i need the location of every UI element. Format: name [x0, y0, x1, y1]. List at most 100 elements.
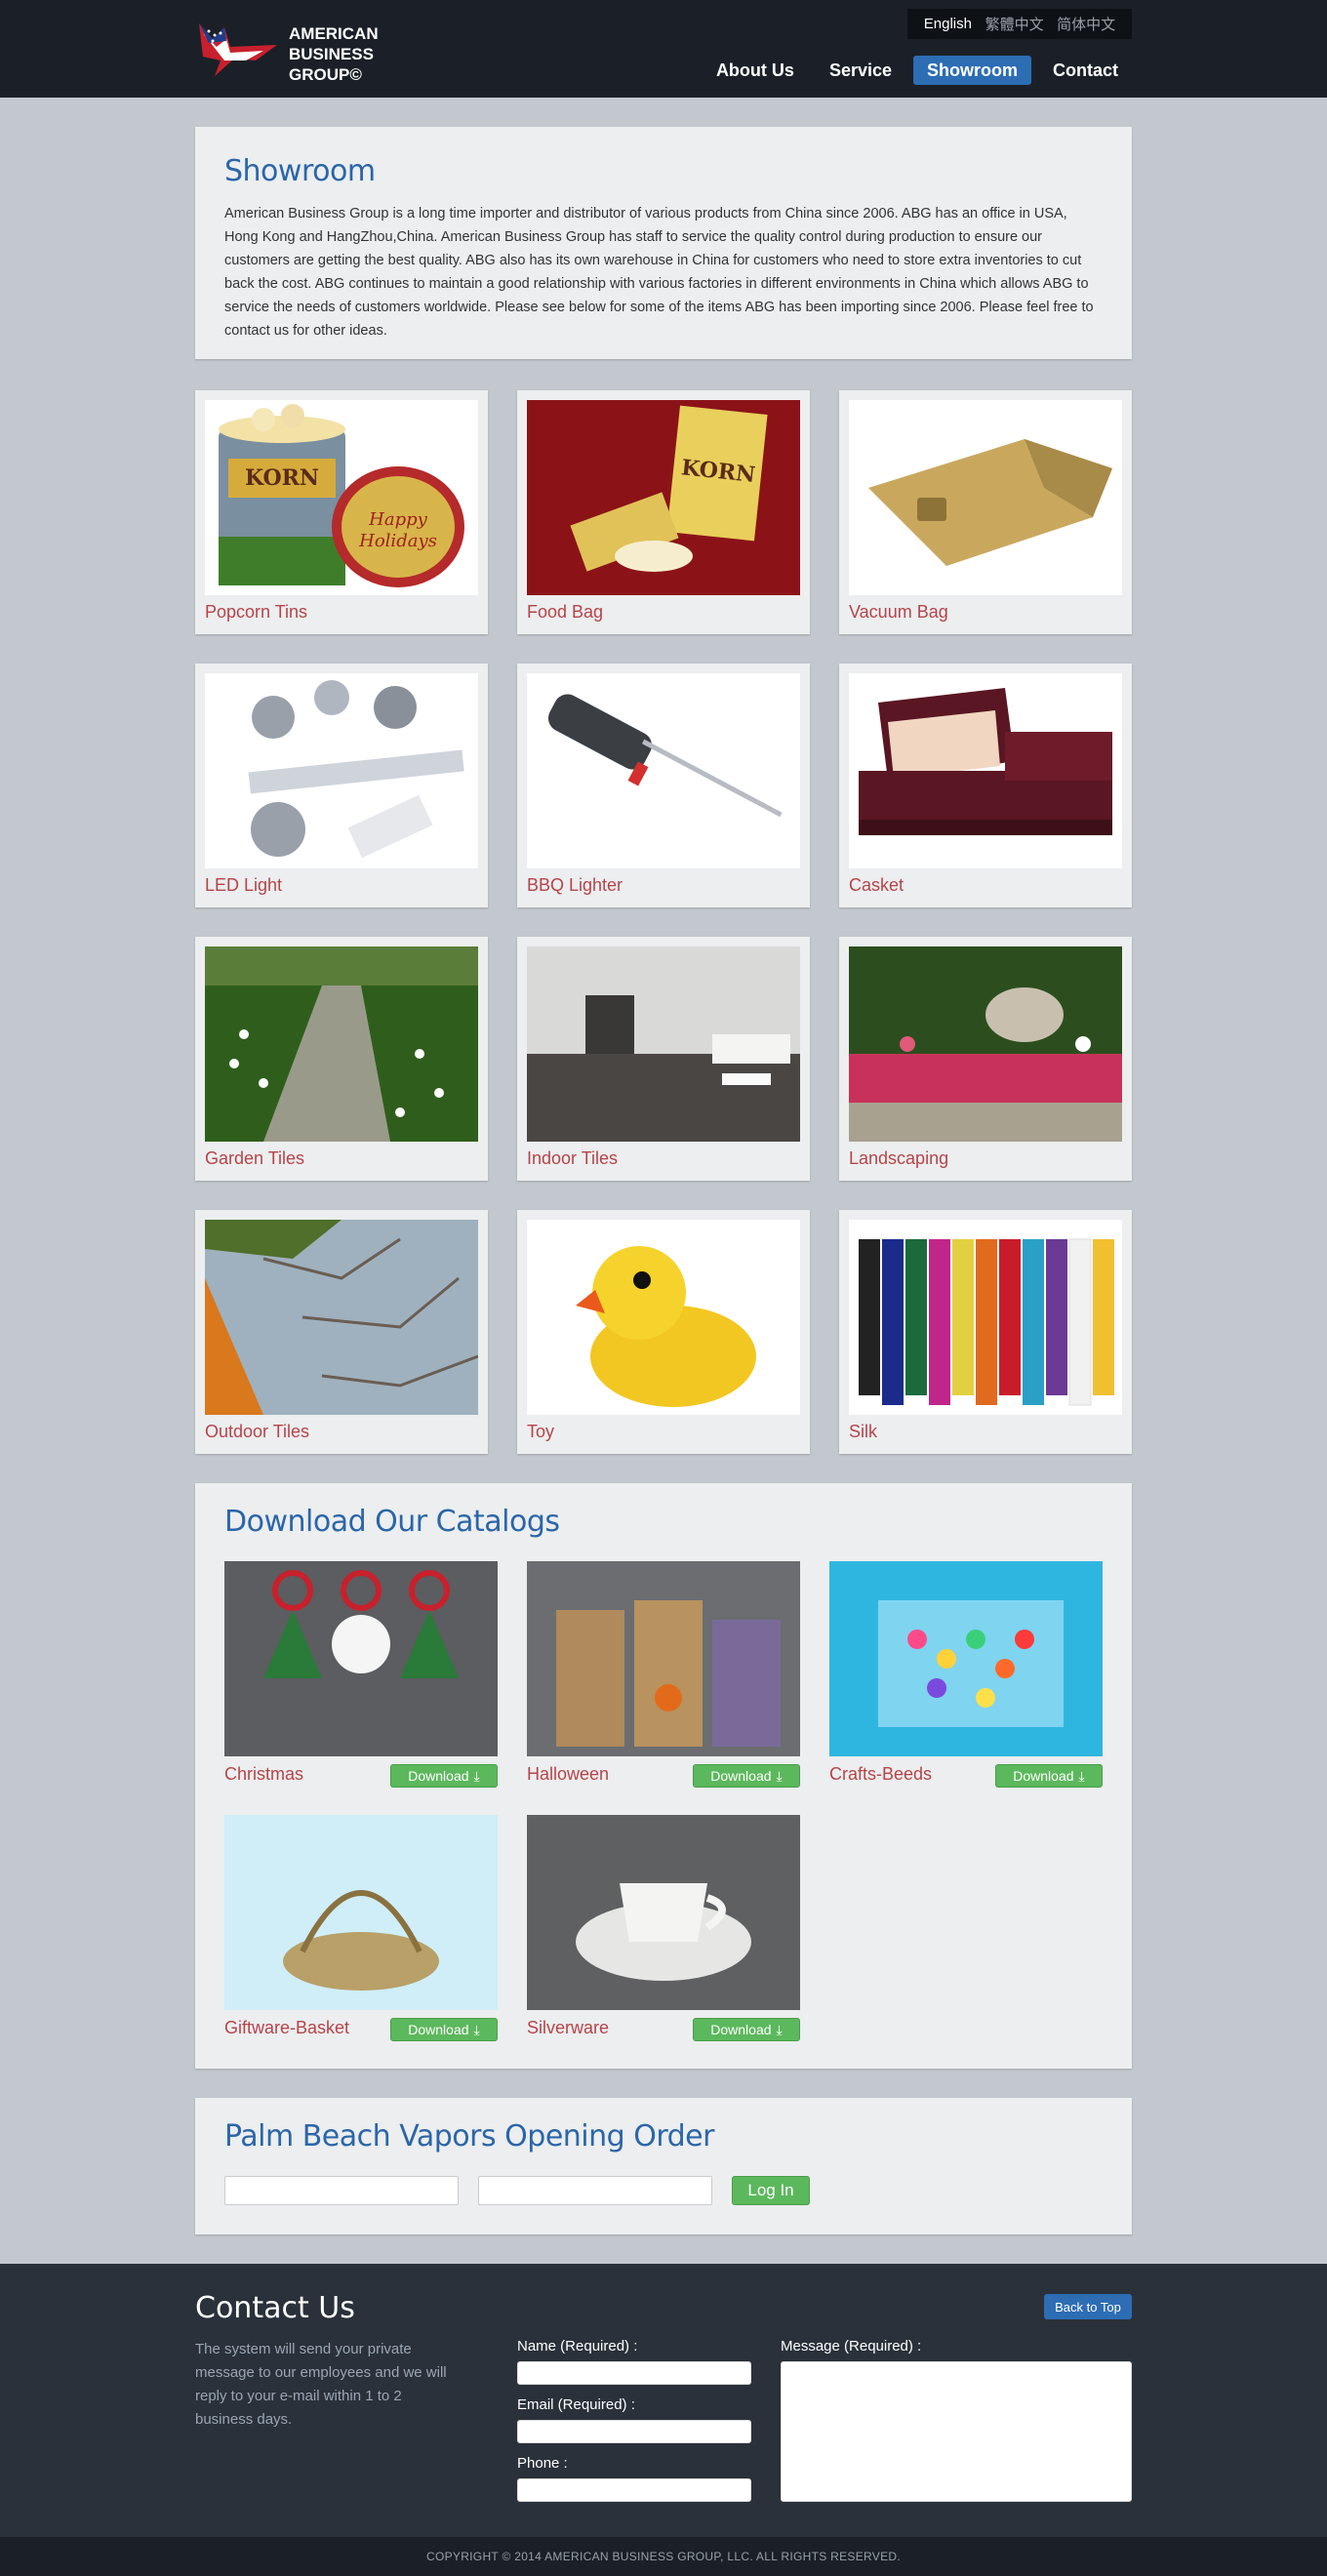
- landscaping-image: [849, 946, 1122, 1142]
- download-label: Download: [710, 2022, 772, 2037]
- svg-text:KORN: KORN: [245, 465, 319, 491]
- product-card-bbq-lighter[interactable]: BBQ Lighter: [517, 664, 810, 907]
- christmas-catalog-image[interactable]: [224, 1561, 498, 1756]
- contact-description: The system will send your private messag…: [195, 2341, 447, 2428]
- giftware-basket-catalog-image[interactable]: [224, 1815, 498, 2010]
- lang-english[interactable]: English: [924, 16, 972, 32]
- eagle-flag-icon: [199, 23, 277, 76]
- main-nav: About Us Service Showroom Contact: [703, 56, 1132, 85]
- halloween-catalog-image[interactable]: [527, 1561, 800, 1756]
- product-card-landscaping[interactable]: Landscaping: [839, 937, 1132, 1181]
- download-label: Download: [408, 1768, 469, 1784]
- download-button-christmas[interactable]: Download ⤓: [390, 1764, 498, 1788]
- lang-traditional-chinese[interactable]: 繁體中文: [985, 14, 1044, 34]
- message-label: Message (Required) :: [781, 2338, 922, 2355]
- rubber-duck-image: [527, 1220, 800, 1415]
- site-logo[interactable]: AMERICAN BUSINESS GROUP©: [195, 18, 390, 86]
- product-label: Garden Tiles: [205, 1148, 305, 1168]
- nav-showroom[interactable]: Showroom: [913, 56, 1031, 85]
- opening-order-section: Palm Beach Vapors Opening Order Log In: [195, 2098, 1132, 2234]
- catalog-label: Crafts-Beeds: [829, 1764, 933, 1784]
- product-label: BBQ Lighter: [527, 875, 623, 895]
- logo-line-2: BUSINESS: [289, 45, 374, 63]
- email-input[interactable]: [517, 2420, 751, 2443]
- intro-text: American Business Group is a long time i…: [224, 206, 1094, 339]
- product-label: Silk: [849, 1422, 878, 1441]
- order-login-form: Log In: [224, 2176, 810, 2205]
- food-bag-image: KORN: [527, 400, 800, 595]
- bbq-lighter-image: [527, 673, 800, 868]
- contact-footer: Contact Us The system will send your pri…: [0, 2264, 1327, 2537]
- catalog-christmas: Christmas Download ⤓: [224, 1561, 498, 1788]
- product-card-vacuum-bag[interactable]: Vacuum Bag: [839, 390, 1132, 634]
- logo-line-3: GROUP©: [289, 65, 362, 84]
- product-label: Landscaping: [849, 1148, 949, 1168]
- catalogs-title: Download Our Catalogs: [224, 1505, 560, 1539]
- product-label: Vacuum Bag: [849, 602, 948, 622]
- product-label: LED Light: [205, 875, 283, 895]
- catalog-label: Christmas: [224, 1764, 304, 1784]
- product-card-outdoor-tiles[interactable]: Outdoor Tiles: [195, 1210, 488, 1454]
- login-button[interactable]: Log In: [732, 2176, 810, 2205]
- crafts-beeds-catalog-image[interactable]: [829, 1561, 1103, 1756]
- download-label: Download: [408, 2022, 469, 2037]
- logo-text: AMERICAN BUSINESS GROUP©: [289, 23, 396, 85]
- download-button-crafts-beeds[interactable]: Download ⤓: [995, 1764, 1103, 1788]
- product-label: Casket: [849, 875, 905, 895]
- site-header: AMERICAN BUSINESS GROUP© English 繁體中文 简体…: [0, 0, 1327, 98]
- download-button-halloween[interactable]: Download ⤓: [693, 1764, 800, 1788]
- product-card-indoor-tiles[interactable]: Indoor Tiles: [517, 937, 810, 1181]
- order-password-input[interactable]: [478, 2176, 712, 2205]
- vacuum-bag-image: [849, 400, 1122, 595]
- product-card-silk[interactable]: Silk: [839, 1210, 1132, 1454]
- catalog-label: Halloween: [527, 1764, 610, 1784]
- product-label: Popcorn Tins: [205, 602, 308, 622]
- product-card-casket[interactable]: Casket: [839, 664, 1132, 907]
- product-card-garden-tiles[interactable]: Garden Tiles: [195, 937, 488, 1181]
- product-card-popcorn-tins[interactable]: KORN Happy Holidays Popcorn Tins: [195, 390, 488, 634]
- product-card-toy[interactable]: Toy: [517, 1210, 810, 1454]
- catalog-giftware-basket: Giftware-Basket Download ⤓: [224, 1815, 498, 2041]
- phone-label: Phone :: [517, 2455, 568, 2472]
- led-light-image: [205, 673, 478, 868]
- download-icon: ⤓: [1078, 1767, 1085, 1784]
- product-card-led-light[interactable]: LED Light: [195, 664, 488, 907]
- logo-line-1: AMERICAN: [289, 24, 379, 43]
- download-button-silverware[interactable]: Download ⤓: [693, 2018, 800, 2041]
- download-icon: ⤓: [473, 1767, 480, 1784]
- nav-service[interactable]: Service: [816, 56, 905, 85]
- download-icon: ⤓: [473, 2021, 480, 2037]
- contact-title: Contact Us: [195, 2291, 355, 2325]
- casket-image: [849, 673, 1122, 868]
- nav-contact[interactable]: Contact: [1039, 56, 1132, 85]
- popcorn-tin-image: KORN Happy Holidays: [205, 400, 478, 595]
- product-label: Toy: [527, 1422, 555, 1441]
- svg-text:Happy: Happy: [368, 509, 427, 530]
- catalogs-section: Download Our Catalogs Christmas Download…: [195, 1483, 1132, 2069]
- page-title: Showroom: [224, 154, 376, 188]
- catalog-crafts-beeds: Crafts-Beeds Download ⤓: [829, 1561, 1103, 1788]
- download-button-giftware-basket[interactable]: Download ⤓: [390, 2018, 498, 2041]
- product-card-food-bag[interactable]: KORN Food Bag: [517, 390, 810, 634]
- indoor-tiles-image: [527, 946, 800, 1142]
- back-to-top-button[interactable]: Back to Top: [1044, 2294, 1132, 2319]
- download-icon: ⤓: [776, 2021, 783, 2037]
- nav-about-us[interactable]: About Us: [703, 56, 808, 85]
- silverware-catalog-image[interactable]: [527, 1815, 800, 2010]
- catalog-label: Giftware-Basket: [224, 2018, 350, 2037]
- message-textarea[interactable]: [781, 2361, 1132, 2502]
- name-input[interactable]: [517, 2361, 751, 2385]
- catalog-silverware: Silverware Download ⤓: [527, 1815, 800, 2041]
- catalog-label: Silverware: [527, 2018, 610, 2037]
- showroom-intro: Showroom American Business Group is a lo…: [195, 127, 1132, 359]
- order-title: Palm Beach Vapors Opening Order: [224, 2119, 714, 2153]
- phone-input[interactable]: [517, 2478, 751, 2502]
- silk-image: [849, 1220, 1122, 1415]
- name-label: Name (Required) :: [517, 2338, 638, 2355]
- download-icon: ⤓: [776, 1767, 783, 1784]
- copyright-bar: COPYRIGHT © 2014 AMERICAN BUSINESS GROUP…: [0, 2537, 1327, 2576]
- lang-simplified-chinese[interactable]: 简体中文: [1057, 14, 1115, 34]
- order-username-input[interactable]: [224, 2176, 459, 2205]
- copyright-text: COPYRIGHT © 2014 AMERICAN BUSINESS GROUP…: [426, 2550, 901, 2563]
- download-label: Download: [1013, 1768, 1074, 1784]
